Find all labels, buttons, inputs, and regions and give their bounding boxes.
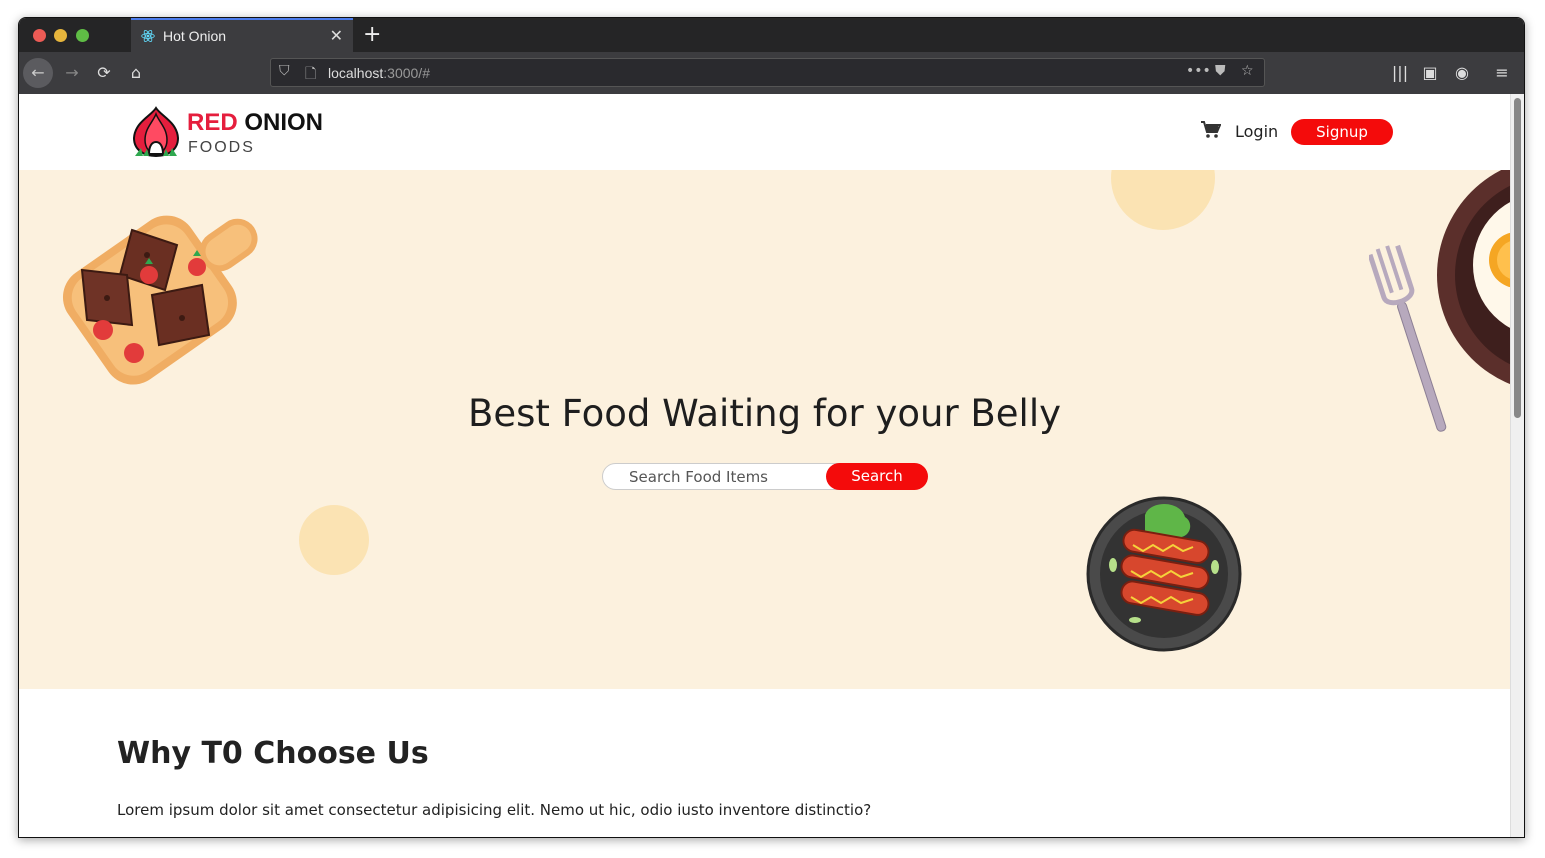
page-content: RED ONION FOODS Login Signup Best Food W… — [19, 94, 1510, 837]
url-text[interactable]: localhost:3000/# — [328, 65, 430, 81]
hero-banner: Best Food Waiting for your Belly Search — [19, 170, 1510, 689]
more-icon[interactable]: ••• — [1186, 63, 1211, 79]
search-input[interactable] — [602, 463, 842, 490]
login-link[interactable]: Login — [1235, 122, 1278, 141]
pocket-icon[interactable]: ⛊ — [1215, 63, 1226, 79]
account-icon[interactable]: ◉ — [1449, 60, 1475, 86]
logo-dark-text: ONION — [244, 109, 324, 136]
tab-title: Hot Onion — [163, 28, 227, 44]
why-choose-us-text: Lorem ipsum dolor sit amet consectetur a… — [117, 801, 872, 819]
star-icon[interactable]: ☆ — [1241, 63, 1254, 79]
title-bar: Hot Onion ✕ + — [19, 18, 1524, 52]
home-icon[interactable]: ⌂ — [123, 60, 149, 86]
page-scrollbar[interactable] — [1510, 94, 1524, 837]
logo-title[interactable]: RED ONION — [187, 109, 323, 137]
cart-icon[interactable] — [1201, 121, 1221, 139]
logo-subtitle: FOODS — [188, 139, 255, 156]
url-bar[interactable]: ⛉ 🗋 localhost:3000/# ••• ⛊ ☆ — [270, 58, 1265, 87]
reload-icon[interactable]: ⟳ — [91, 60, 117, 86]
close-window-button[interactable] — [33, 29, 46, 42]
egg-plate-image — [1437, 170, 1510, 385]
url-path: :3000/# — [383, 65, 430, 81]
browser-toolbar: ← → ⟳ ⌂ ⛉ 🗋 localhost:3000/# ••• ⛊ ☆ |||… — [19, 52, 1524, 95]
library-icon[interactable]: ||| — [1387, 60, 1413, 86]
menu-icon[interactable]: ≡ — [1489, 60, 1515, 86]
new-tab-button[interactable]: + — [363, 22, 381, 47]
maximize-window-button[interactable] — [76, 29, 89, 42]
why-choose-us-title: Why T0 Choose Us — [117, 736, 429, 771]
scrollbar-thumb[interactable] — [1514, 98, 1521, 418]
logo-red-text: RED — [187, 109, 238, 136]
hero-title: Best Food Waiting for your Belly — [467, 392, 1062, 435]
site-header: RED ONION FOODS Login Signup — [19, 94, 1510, 170]
shield-icon[interactable]: ⛉ — [279, 63, 290, 79]
sidebar-icon[interactable]: ▣ — [1417, 60, 1443, 86]
back-icon[interactable]: ← — [23, 58, 53, 88]
decor-circle — [299, 505, 369, 575]
search-button[interactable]: Search — [826, 463, 928, 490]
forward-icon[interactable]: → — [59, 60, 85, 86]
react-icon — [141, 29, 155, 43]
tab-close-icon[interactable]: ✕ — [330, 26, 343, 46]
decor-circle — [1111, 170, 1215, 230]
brownie-board-image — [62, 215, 258, 385]
url-host: localhost — [328, 65, 384, 81]
sausage-plate-image — [1086, 496, 1242, 652]
browser-window: Hot Onion ✕ + ← → ⟳ ⌂ ⛉ 🗋 localhost:3000… — [18, 17, 1525, 838]
search-form: Search — [602, 463, 928, 490]
onion-logo-icon[interactable] — [129, 104, 183, 158]
minimize-window-button[interactable] — [54, 29, 67, 42]
signup-button[interactable]: Signup — [1291, 119, 1393, 145]
browser-tab[interactable]: Hot Onion ✕ — [131, 18, 353, 52]
page-icon: 🗋 — [305, 66, 317, 82]
